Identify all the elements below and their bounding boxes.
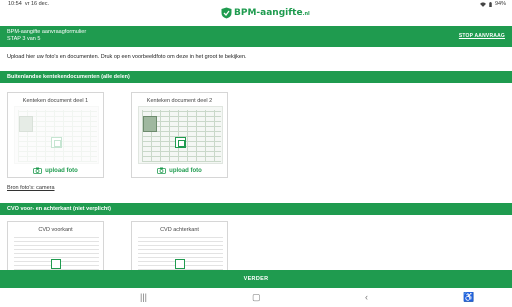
section-foreign-documents: Buitenlandse kentekendocumenten (alle de… <box>0 71 512 83</box>
accessibility-icon[interactable]: ♿ <box>463 292 474 303</box>
photo-source-link[interactable]: Bron foto's: camera <box>7 185 55 191</box>
form-header: BPM-aangifte aanvraagformulier STAP 3 va… <box>0 26 512 47</box>
camera-icon <box>157 167 167 174</box>
back-icon[interactable]: ‹ <box>365 292 368 303</box>
logo-text: BPM-aangifte <box>234 8 303 18</box>
card-title: Kenteken document deel 2 <box>146 98 213 104</box>
intro-text: Upload hier uw foto's en documenten. Dru… <box>7 54 247 60</box>
upload-photo-button[interactable]: upload foto <box>8 167 103 174</box>
camera-icon <box>33 167 43 174</box>
battery-level: 94% <box>494 1 506 7</box>
next-button[interactable]: VERDER <box>0 270 512 288</box>
shield-check-icon <box>221 7 232 19</box>
stop-request-link[interactable]: STOP AANVRAAG <box>459 33 505 39</box>
status-date: vr 16 dec. <box>24 1 49 7</box>
status-time: 10:54 <box>8 1 22 7</box>
document-card-part1[interactable]: Kenteken document deel 1 upload foto <box>7 92 104 178</box>
recent-apps-icon[interactable]: ||| <box>140 292 147 303</box>
section-cvo: CVO voor- en achterkant (niet verplicht) <box>0 203 512 215</box>
form-title: BPM-aangifte aanvraagformulier <box>7 29 87 35</box>
system-nav-bar: ||| ▢ ‹ ♿ <box>0 288 512 307</box>
upload-label: upload foto <box>169 167 202 174</box>
home-icon[interactable]: ▢ <box>252 292 261 303</box>
battery-icon <box>489 1 492 7</box>
card-title: CVD voorkant <box>38 227 73 233</box>
wifi-icon <box>479 1 486 7</box>
upload-photo-button[interactable]: upload foto <box>132 167 227 174</box>
document-card-part2[interactable]: Kenteken document deel 2 upload foto <box>131 92 228 178</box>
app-logo: BPM-aangifte.nl <box>221 7 310 19</box>
upload-label: upload foto <box>45 167 78 174</box>
example-photo[interactable] <box>14 106 99 164</box>
card-title: Kenteken document deel 1 <box>22 98 89 104</box>
logo-suffix: .nl <box>302 11 310 17</box>
example-photo[interactable] <box>138 106 223 164</box>
step-indicator: STAP 3 van 5 <box>7 36 41 42</box>
card-title: CVD achterkant <box>160 227 199 233</box>
